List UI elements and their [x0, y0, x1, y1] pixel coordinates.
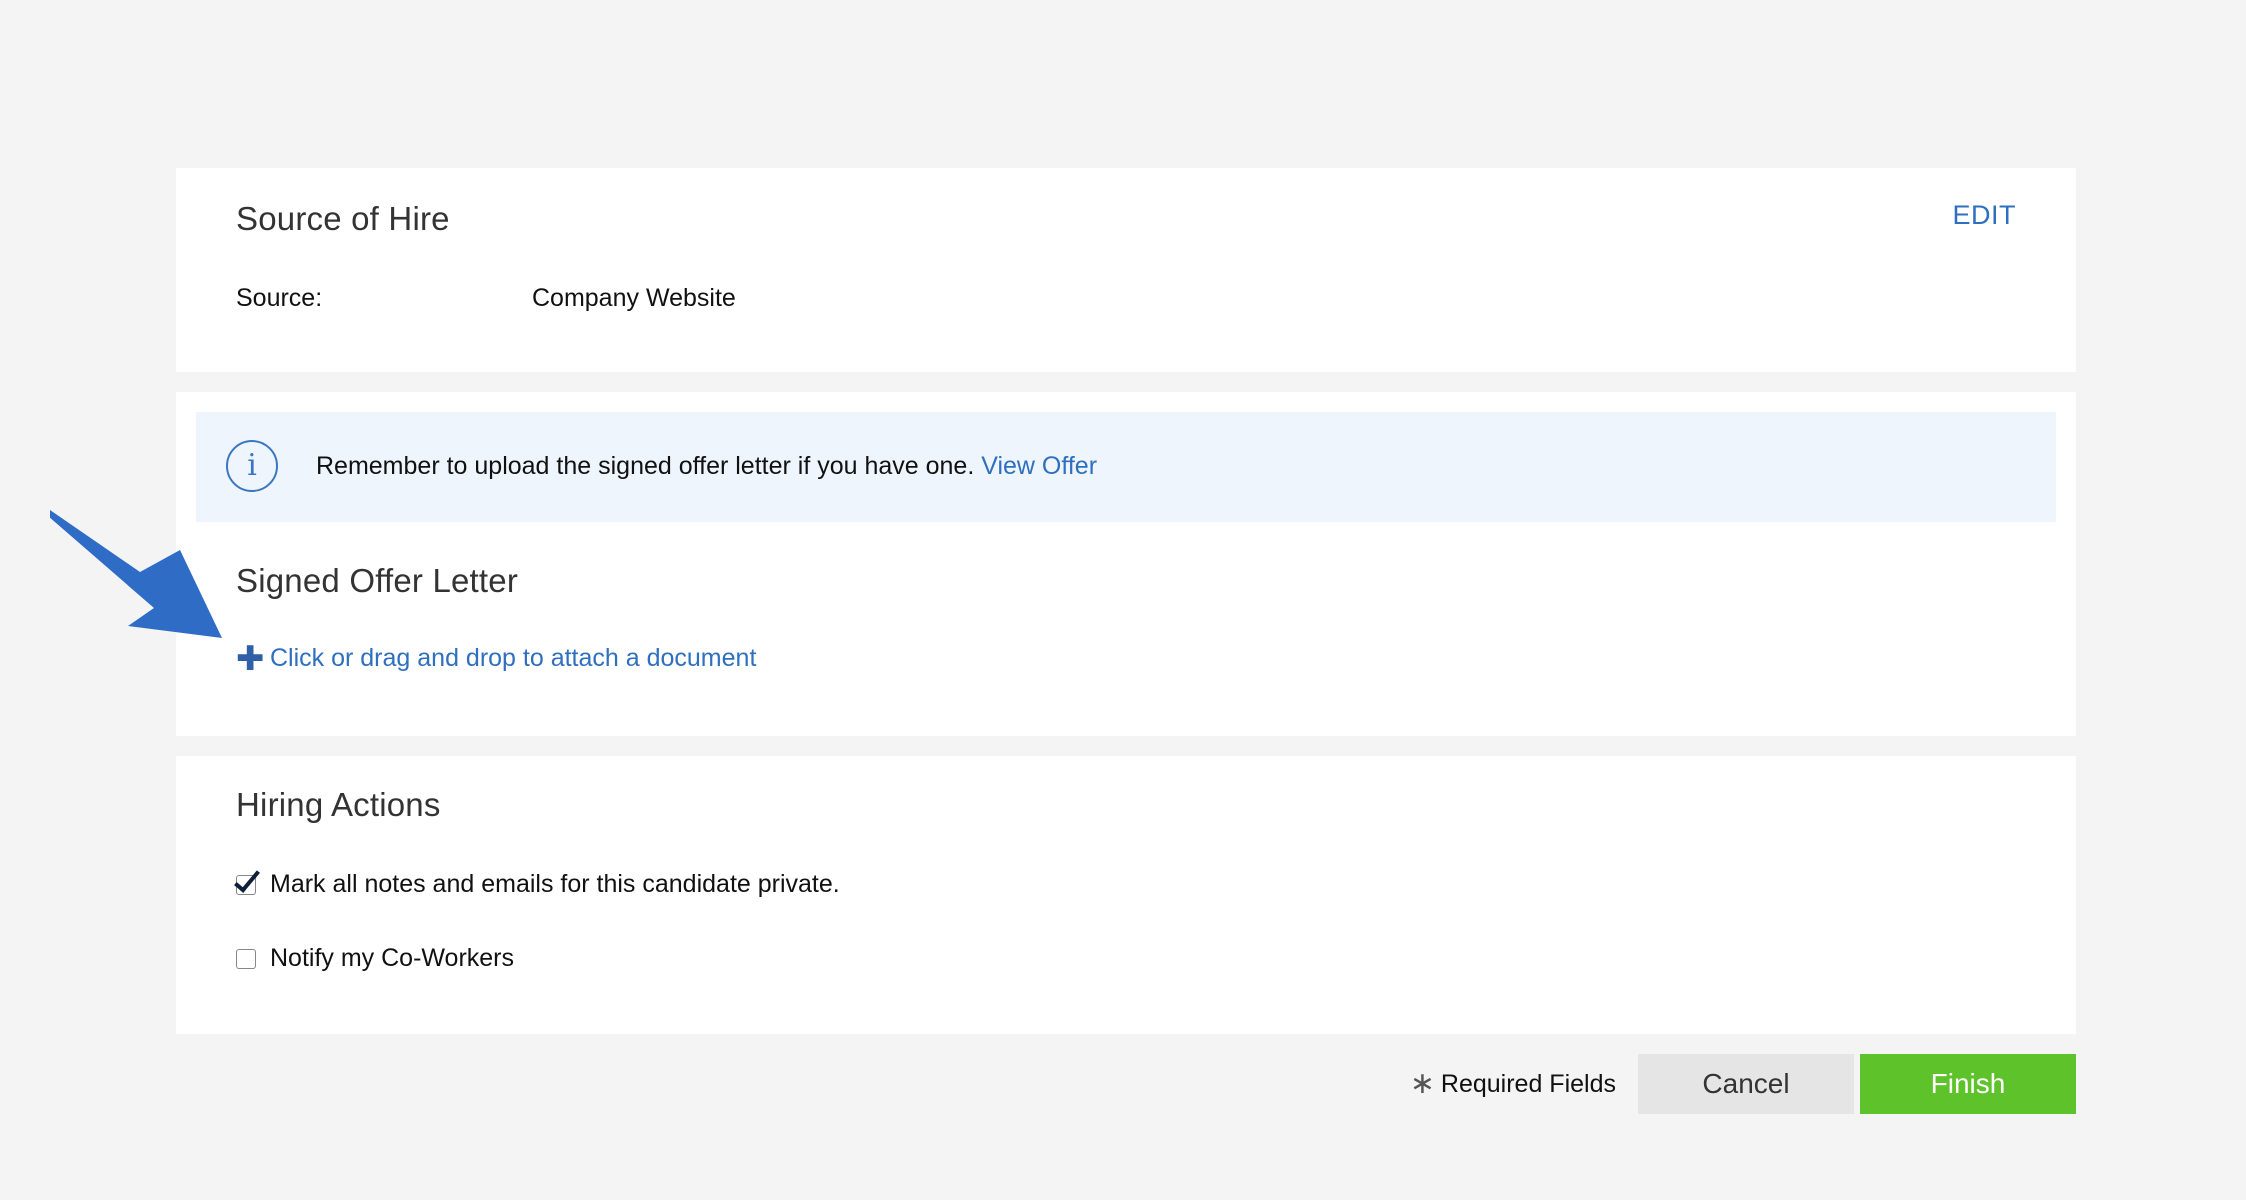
source-value: Company Website: [532, 284, 736, 312]
pointer-arrow-icon: [50, 510, 222, 638]
notify-coworkers-option[interactable]: Notify my Co-Workers: [236, 944, 514, 973]
info-message: Remember to upload the signed offer lett…: [316, 452, 1097, 481]
hiring-actions-card: Hiring Actions Mark all notes and emails…: [176, 756, 2076, 1034]
view-offer-link[interactable]: View Offer: [981, 452, 1097, 480]
edit-link[interactable]: EDIT: [1952, 200, 2016, 231]
required-fields-label: Required Fields: [1440, 1069, 1616, 1098]
form-footer: ∗ Required Fields Cancel Finish: [1410, 1054, 2076, 1114]
notify-coworkers-label[interactable]: Notify my Co-Workers: [270, 944, 514, 973]
source-of-hire-card: Source of Hire EDIT Source: Company Webs…: [176, 168, 2076, 372]
finish-button[interactable]: Finish: [1860, 1054, 2076, 1114]
info-icon: i: [226, 440, 278, 492]
signed-offer-card: i Remember to upload the signed offer le…: [176, 392, 2076, 736]
hiring-actions-title: Hiring Actions: [236, 786, 441, 823]
cancel-button[interactable]: Cancel: [1638, 1054, 1854, 1114]
attach-document-link[interactable]: Click or drag and drop to attach a docum…: [270, 644, 756, 673]
source-label: Source:: [236, 284, 323, 312]
attach-document-dropzone[interactable]: ✚ Click or drag and drop to attach a doc…: [236, 639, 756, 678]
plus-icon: ✚: [236, 639, 265, 678]
private-notes-option[interactable]: Mark all notes and emails for this candi…: [236, 870, 840, 899]
info-banner: i Remember to upload the signed offer le…: [196, 412, 2056, 522]
info-message-text: Remember to upload the signed offer lett…: [316, 452, 975, 480]
source-of-hire-title: Source of Hire: [236, 200, 450, 237]
private-notes-checkbox[interactable]: [236, 874, 256, 895]
signed-offer-title: Signed Offer Letter: [236, 562, 519, 599]
required-asterisk-icon: ∗: [1409, 1067, 1435, 1100]
notify-coworkers-checkbox[interactable]: [236, 948, 256, 969]
private-notes-label[interactable]: Mark all notes and emails for this candi…: [270, 870, 840, 899]
